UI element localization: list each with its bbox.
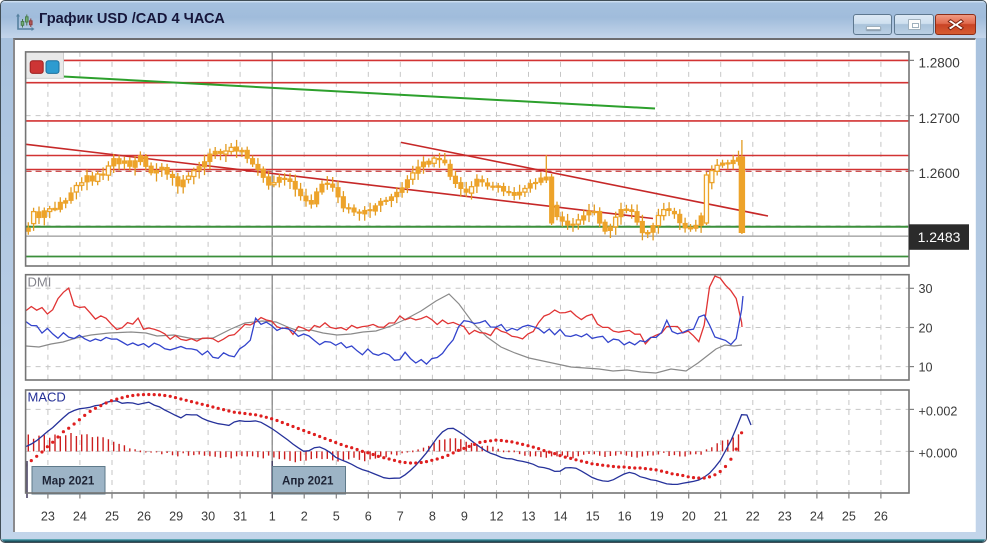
svg-text:25: 25 <box>105 510 119 524</box>
svg-text:23: 23 <box>41 510 55 524</box>
svg-text:1.2800: 1.2800 <box>919 56 960 71</box>
svg-text:23: 23 <box>778 510 792 524</box>
svg-text:31: 31 <box>233 510 247 524</box>
svg-text:25: 25 <box>842 510 856 524</box>
svg-text:15: 15 <box>586 510 600 524</box>
svg-text:1.2483: 1.2483 <box>918 229 961 245</box>
svg-text:14: 14 <box>553 510 567 524</box>
svg-text:Апр 2021: Апр 2021 <box>282 475 334 488</box>
svg-text:Мар 2021: Мар 2021 <box>42 475 95 488</box>
svg-text:29: 29 <box>169 510 183 524</box>
svg-text:24: 24 <box>810 510 824 524</box>
svg-text:8: 8 <box>429 510 436 524</box>
svg-text:26: 26 <box>137 510 151 524</box>
svg-text:1.2600: 1.2600 <box>919 166 960 181</box>
svg-text:20: 20 <box>682 510 696 524</box>
svg-text:DMI: DMI <box>28 275 52 290</box>
svg-text:9: 9 <box>461 510 468 524</box>
svg-text:24: 24 <box>73 510 87 524</box>
svg-text:5: 5 <box>333 510 340 524</box>
svg-text:21: 21 <box>714 510 728 524</box>
svg-text:26: 26 <box>874 510 888 524</box>
svg-text:10: 10 <box>919 360 933 374</box>
svg-text:1.2700: 1.2700 <box>919 111 960 126</box>
svg-text:16: 16 <box>618 510 632 524</box>
svg-text:30: 30 <box>919 282 933 296</box>
svg-text:7: 7 <box>397 510 404 524</box>
svg-text:22: 22 <box>746 510 760 524</box>
svg-text:2: 2 <box>301 510 308 524</box>
svg-text:+0.002: +0.002 <box>919 405 958 419</box>
svg-text:13: 13 <box>521 510 535 524</box>
svg-text:6: 6 <box>365 510 372 524</box>
svg-text:1: 1 <box>269 510 276 524</box>
svg-text:MACD: MACD <box>28 390 66 405</box>
svg-text:12: 12 <box>489 510 503 524</box>
svg-text:20: 20 <box>919 321 933 335</box>
svg-text:+0.000: +0.000 <box>919 447 958 461</box>
svg-text:19: 19 <box>650 510 664 524</box>
svg-text:30: 30 <box>201 510 215 524</box>
